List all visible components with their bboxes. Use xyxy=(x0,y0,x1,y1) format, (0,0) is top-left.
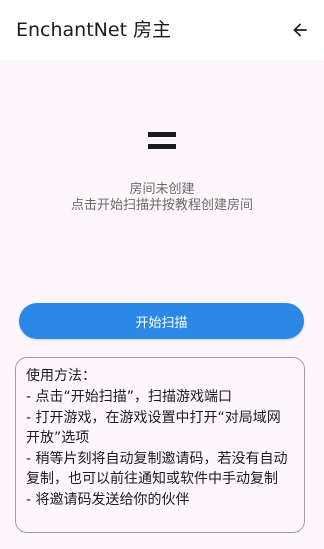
start-scan-button[interactable]: 开始扫描 xyxy=(19,303,304,339)
equals-icon xyxy=(148,132,176,149)
back-button[interactable] xyxy=(284,14,316,46)
usage-step: - 将邀请码发送给你的伙伴 xyxy=(26,492,190,508)
room-status-hint: 点击开始扫描并按教程创建房间 xyxy=(70,198,253,213)
app-bar: EnchantNet 房主 xyxy=(0,0,324,60)
usage-instructions-card: 使用方法： - 点击“开始扫描”，扫描游戏端口 - 打开游戏，在游戏设置中打开“… xyxy=(15,357,305,533)
arrow-back-icon xyxy=(293,23,307,37)
usage-step: - 点击“开始扫描”，扫描游戏端口 xyxy=(26,389,233,405)
room-status-title: 房间未创建 xyxy=(129,182,195,197)
app-title: EnchantNet 房主 xyxy=(16,19,172,41)
usage-step: - 打开游戏，在游戏设置中打开“对局域网开放”选项 xyxy=(26,410,281,446)
usage-title: 使用方法： xyxy=(26,368,96,384)
room-status: 房间未创建 点击开始扫描并按教程创建房间 xyxy=(0,120,324,214)
usage-step: - 稍等片刻将自动复制邀请码，若没有自动复制，也可以前往通知或软件中手动复制 xyxy=(26,451,288,487)
